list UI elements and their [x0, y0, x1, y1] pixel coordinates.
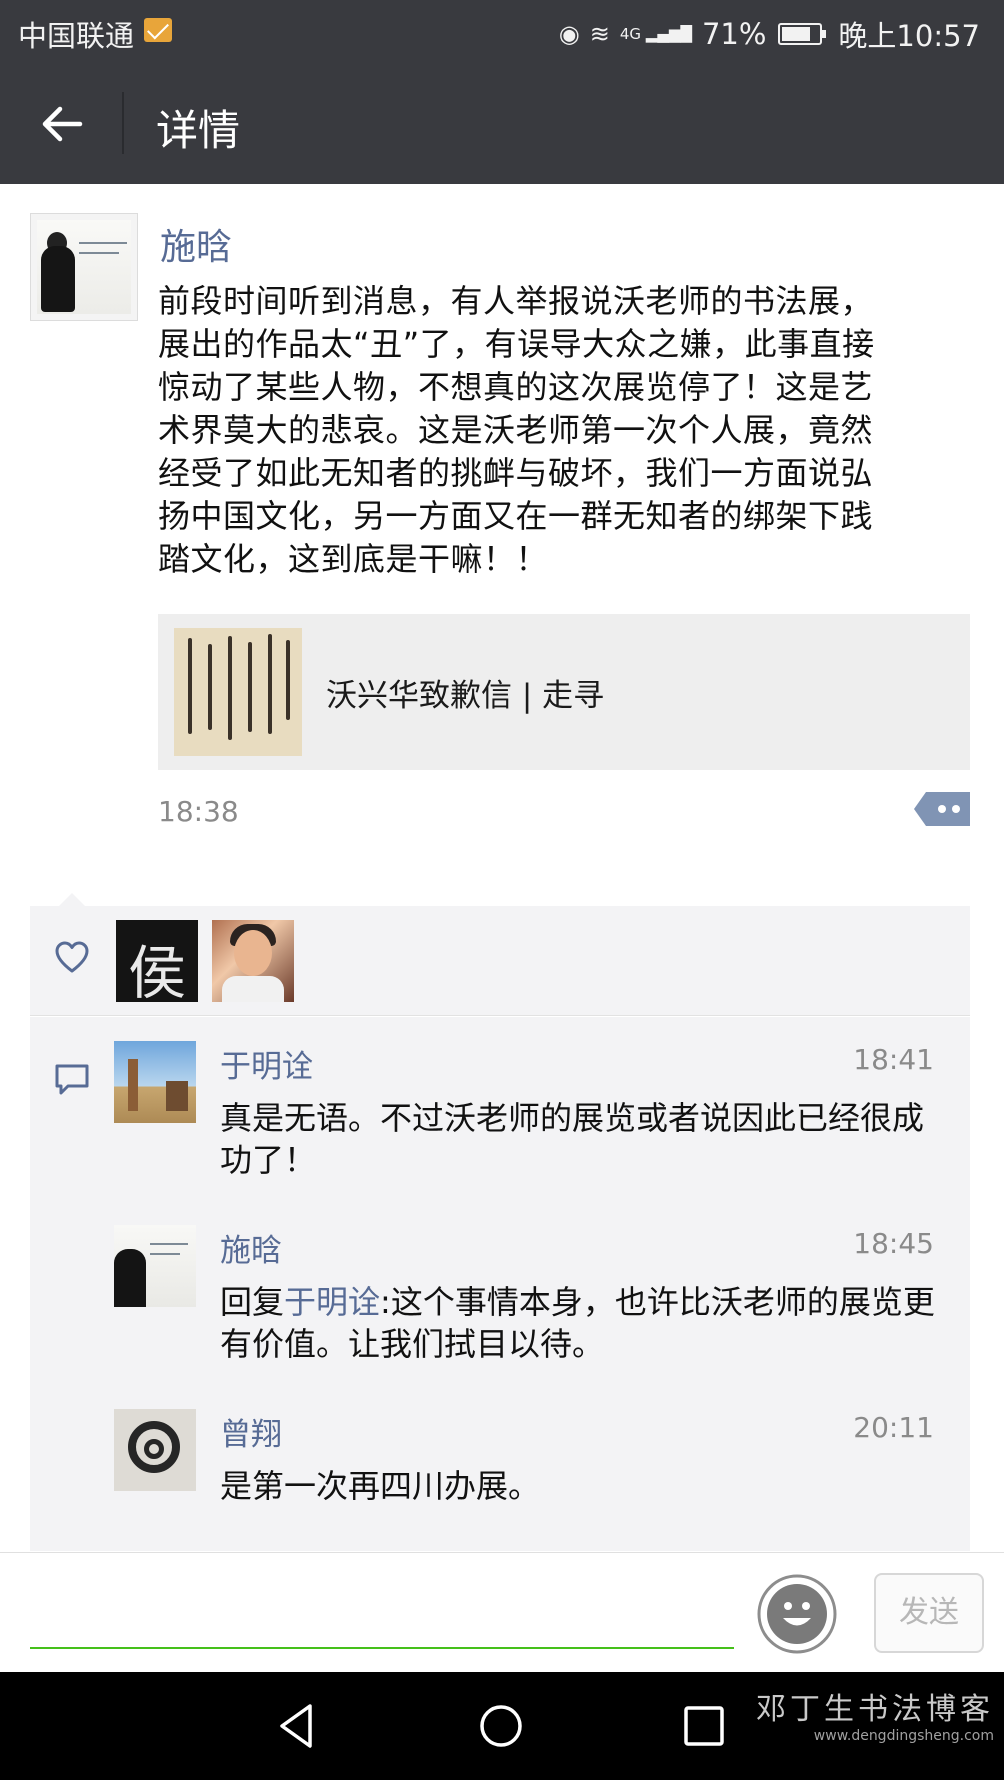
smiley-face-icon [757, 1574, 837, 1654]
post-author-avatar[interactable] [30, 213, 138, 321]
watermark-title: 邓丁生书法博客 [756, 1692, 994, 1727]
post-time: 18:38 [158, 795, 239, 828]
system-nav-bar: 邓丁生书法博客 www.dengdingsheng.com [0, 1672, 1004, 1780]
title-divider [122, 92, 124, 154]
watermark: 邓丁生书法博客 www.dengdingsheng.com [756, 1684, 994, 1744]
post-text-line: 惊动了某些人物，不想真的这次展览停了！这是艺 [158, 368, 874, 406]
wifi-icon: ≋ [589, 20, 610, 48]
circle-home-icon [480, 1705, 522, 1747]
status-icons: ◉ ≋ 4G ▂▄▆█ 71% 晚上10:57 [559, 13, 980, 55]
status-time: 晚上10:57 [838, 19, 980, 53]
comment-time: 18:45 [853, 1227, 934, 1260]
shared-link-title: 沃兴华致歉信 | 走寻 [326, 678, 605, 714]
comment-time: 20:11 [853, 1411, 934, 1444]
triangle-back-icon [280, 1704, 312, 1748]
liker-avatar[interactable] [212, 920, 294, 1002]
comment-input-bar: 发送 [0, 1552, 1004, 1672]
arrow-left-icon [42, 106, 83, 142]
shared-link-thumbnail [174, 628, 302, 756]
square-recents-icon [684, 1706, 724, 1746]
commenter-avatar[interactable] [114, 1041, 196, 1123]
post-text-line: 经受了如此无知者的挑衅与破坏，我们一方面说弘 [158, 454, 874, 492]
comment-text: 是第一次再四川办展。 [220, 1467, 541, 1505]
post-author-name[interactable]: 施晗 [160, 218, 232, 270]
post-text-line: 扬中国文化，另一方面又在一群无知者的绑架下践 [158, 497, 874, 535]
comment-input[interactable] [30, 1579, 734, 1649]
commenter-name[interactable]: 曾翔 [220, 1409, 282, 1454]
post-text-line: 踏文化，这到底是干嘛！！ [158, 540, 549, 578]
comment-icon [55, 1064, 89, 1095]
send-button[interactable]: 发送 [874, 1573, 984, 1653]
comment-text: 真是无语。不过沃老师的展览或者说因此已经很成功了！ [220, 1099, 925, 1179]
post-text-line: 前段时间听到消息，有人举报说沃老师的书法展， [158, 282, 874, 320]
post-text: 前段时间听到消息，有人举报说沃老师的书法展， 展出的作品太“丑”了，有误导大众之… [158, 280, 964, 581]
emoji-button[interactable] [756, 1573, 838, 1655]
page-title: 详情 [156, 106, 241, 155]
nav-home-button[interactable] [473, 1698, 529, 1754]
comments-panel: 于明诠 18:41 真是无语。不过沃老师的展览或者说因此已经很成功了！ 施晗 1… [30, 1017, 970, 1551]
battery-percent: 71% [701, 17, 767, 51]
commenter-name[interactable]: 施晗 [220, 1225, 282, 1270]
comment-item[interactable]: 施晗 18:45 回复于明诠:这个事情本身，也许比沃老师的展览更有价值。让我们拭… [114, 1225, 954, 1365]
comment-bubble-icon [914, 792, 970, 826]
status-bar: 中国联通 ◉ ≋ 4G ▂▄▆█ 71% 晚上10:57 [0, 0, 1004, 62]
commenter-name[interactable]: 于明诠 [220, 1041, 313, 1086]
post-text-line: 术界莫大的悲哀。这是沃老师第一次个人展，竟然 [158, 411, 874, 449]
more-actions-button[interactable] [912, 790, 972, 828]
likes-panel: 侯 [30, 906, 970, 1016]
comment-time: 18:41 [853, 1043, 934, 1076]
title-bar: 详情 [0, 62, 1004, 184]
commenter-avatar[interactable] [114, 1409, 196, 1491]
notification-mail-icon [144, 18, 172, 42]
commenter-avatar[interactable] [114, 1225, 196, 1307]
comment-item[interactable]: 曾翔 20:11 是第一次再四川办展。 [114, 1409, 954, 1519]
reply-to-name[interactable]: 于明诠 [284, 1283, 380, 1321]
panel-pointer [58, 893, 86, 907]
carrier-name: 中国联通 [18, 19, 135, 53]
nav-recents-button[interactable] [676, 1698, 732, 1754]
reply-prefix: 回复 [220, 1283, 285, 1321]
nav-back-button[interactable] [270, 1698, 326, 1754]
battery-icon [778, 23, 827, 45]
back-button[interactable] [36, 98, 88, 150]
eye-icon: ◉ [558, 20, 580, 48]
liker-avatar[interactable]: 侯 [116, 920, 198, 1007]
comment-text: 回复于明诠:这个事情本身，也许比沃老师的展览更有价值。让我们拭目以待。 [220, 1281, 950, 1365]
signal-icon: 4G ▂▄▆█ [619, 25, 692, 43]
heart-icon [55, 941, 89, 973]
comment-item[interactable]: 于明诠 18:41 真是无语。不过沃老师的展览或者说因此已经很成功了！ [114, 1041, 954, 1181]
shared-link-card[interactable]: 沃兴华致歉信 | 走寻 [158, 614, 970, 770]
watermark-url: www.dengdingsheng.com [813, 1728, 994, 1744]
post-text-line: 展出的作品太“丑”了，有误导大众之嫌，此事直接 [158, 325, 875, 363]
